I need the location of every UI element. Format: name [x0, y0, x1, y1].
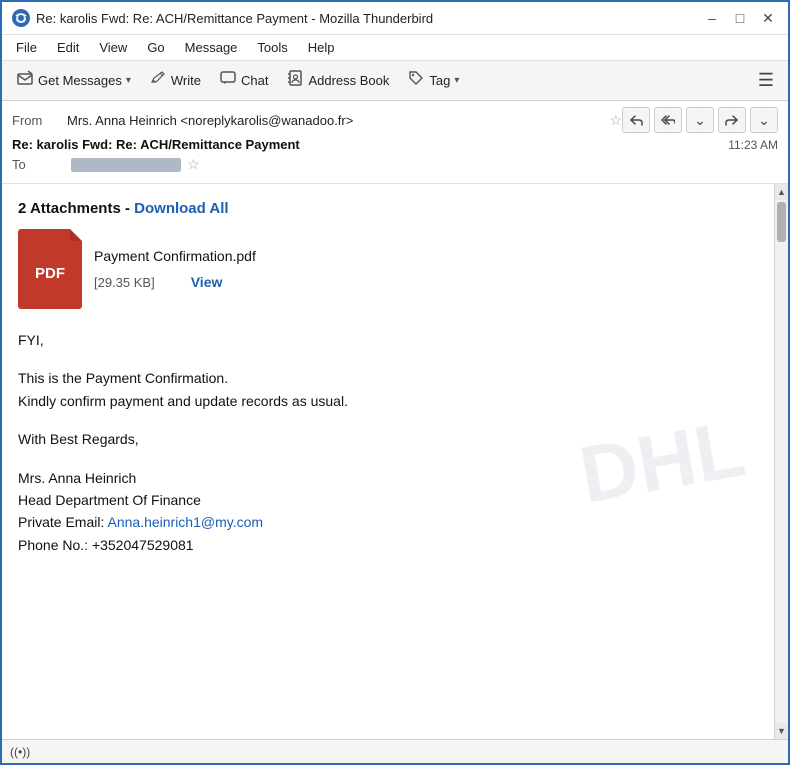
write-label: Write [171, 73, 201, 88]
tag-label: Tag [429, 73, 450, 88]
attachment-info: Payment Confirmation.pdf [29.35 KB] View [94, 248, 256, 290]
private-email-link[interactable]: Anna.heinrich1@my.com [107, 514, 263, 530]
menu-file[interactable]: File [8, 37, 45, 58]
address-book-icon [286, 69, 304, 92]
attachment-card: PDF Payment Confirmation.pdf [29.35 KB] … [18, 229, 758, 309]
attachment-size: [29.35 KB] [94, 275, 155, 290]
attachments-header: 2 Attachments - Download All [18, 200, 758, 217]
main-window: Re: karolis Fwd: Re: ACH/Remittance Paym… [0, 0, 790, 765]
from-row: From Mrs. Anna Heinrich <noreplykarolis@… [12, 107, 778, 133]
email-signature: Mrs. Anna Heinrich Head Department Of Fi… [18, 467, 758, 557]
scroll-down-button[interactable]: ▼ [775, 723, 789, 739]
email-header: From Mrs. Anna Heinrich <noreplykarolis@… [2, 101, 788, 184]
email-greeting: FYI, [18, 329, 758, 351]
from-label: From [12, 113, 67, 128]
pdf-label: PDF [35, 265, 65, 282]
address-book-label: Address Book [308, 73, 389, 88]
forward-button[interactable] [718, 107, 746, 133]
menu-tools[interactable]: Tools [249, 37, 295, 58]
expand-button[interactable]: ⌄ [686, 107, 714, 133]
menu-help[interactable]: Help [300, 37, 343, 58]
attachment-action-row: [29.35 KB] View [94, 274, 256, 290]
chat-button[interactable]: Chat [211, 65, 276, 96]
reply-all-button[interactable] [654, 107, 682, 133]
to-star-icon[interactable]: ☆ [187, 156, 200, 173]
to-label: To [12, 157, 67, 172]
scrollbar: ▲ ▼ [774, 184, 788, 739]
status-bar: ((•)) [2, 739, 788, 763]
phone-number: Phone No.: +352047529081 [18, 537, 194, 553]
chat-icon [219, 69, 237, 92]
menu-message[interactable]: Message [177, 37, 246, 58]
connection-status-icon: ((•)) [10, 745, 30, 759]
menu-edit[interactable]: Edit [49, 37, 87, 58]
scroll-track [775, 200, 788, 723]
sender-name: Mrs. Anna Heinrich [18, 470, 136, 486]
tag-icon [407, 69, 425, 92]
close-button[interactable]: ✕ [758, 8, 778, 28]
tag-dropdown-icon[interactable]: ▾ [454, 75, 459, 86]
tag-button[interactable]: Tag ▾ [399, 65, 467, 96]
thunderbird-icon [12, 9, 30, 27]
get-messages-button[interactable]: Get Messages ▾ [8, 65, 139, 96]
more-actions-button[interactable]: ⌄ [750, 107, 778, 133]
scroll-up-button[interactable]: ▲ [775, 184, 789, 200]
get-messages-dropdown-icon[interactable]: ▾ [126, 75, 131, 86]
get-messages-label: Get Messages [38, 73, 122, 88]
to-redacted-value [71, 158, 181, 172]
minimize-button[interactable]: – [702, 8, 722, 28]
from-value: Mrs. Anna Heinrich <noreplykarolis@wanad… [67, 113, 603, 128]
private-email-label: Private Email: [18, 514, 107, 530]
write-button[interactable]: Write [141, 65, 209, 96]
menu-bar: File Edit View Go Message Tools Help [2, 35, 788, 61]
menu-go[interactable]: Go [139, 37, 172, 58]
email-body-wrapper: DHL 2 Attachments - Download All PDF Pay… [2, 184, 788, 739]
address-book-button[interactable]: Address Book [278, 65, 397, 96]
email-actions: ⌄ ⌄ [622, 107, 778, 133]
window-title: Re: karolis Fwd: Re: ACH/Remittance Paym… [36, 11, 433, 26]
hamburger-menu-button[interactable]: ☰ [750, 66, 782, 95]
subject-row: Re: karolis Fwd: Re: ACH/Remittance Paym… [12, 137, 778, 152]
window-controls: – □ ✕ [702, 8, 778, 28]
scroll-thumb[interactable] [777, 202, 786, 242]
from-star-icon[interactable]: ☆ [609, 112, 622, 129]
title-bar: Re: karolis Fwd: Re: ACH/Remittance Paym… [2, 2, 788, 35]
menu-view[interactable]: View [91, 37, 135, 58]
sender-title: Head Department Of Finance [18, 492, 201, 508]
attachment-separator: - [125, 200, 134, 217]
email-timestamp: 11:23 AM [728, 138, 778, 152]
email-text-body: FYI, This is the Payment Confirmation. K… [18, 329, 758, 556]
attachment-view-link[interactable]: View [191, 274, 223, 290]
subject-value: Re: karolis Fwd: Re: ACH/Remittance Paym… [12, 137, 300, 152]
get-messages-icon [16, 69, 34, 92]
attachment-name: Payment Confirmation.pdf [94, 248, 256, 264]
pdf-icon: PDF [18, 229, 82, 309]
chat-label: Chat [241, 73, 268, 88]
maximize-button[interactable]: □ [730, 8, 750, 28]
to-row: To ☆ [12, 156, 778, 173]
email-regards: With Best Regards, [18, 428, 758, 450]
email-body-main: This is the Payment Confirmation. Kindly… [18, 367, 758, 412]
email-body: DHL 2 Attachments - Download All PDF Pay… [2, 184, 774, 739]
title-bar-left: Re: karolis Fwd: Re: ACH/Remittance Paym… [12, 9, 433, 27]
toolbar: Get Messages ▾ Write Chat [2, 61, 788, 101]
attachment-count: 2 Attachments [18, 200, 121, 217]
write-icon [149, 69, 167, 92]
reply-button[interactable] [622, 107, 650, 133]
download-all-link[interactable]: Download All [134, 200, 228, 217]
